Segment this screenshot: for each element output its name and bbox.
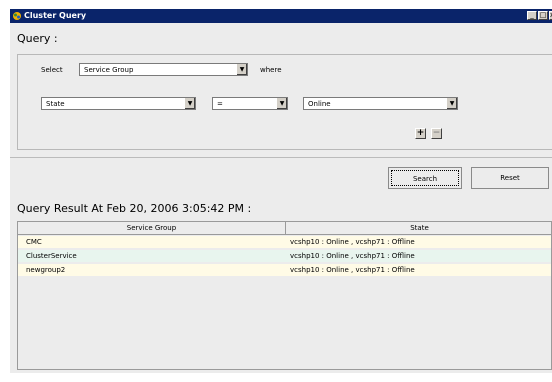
title-bar[interactable]: Cluster Query _ □ x	[10, 9, 552, 23]
table-row[interactable]: ClusterService vcshp10 : Online , vcshp7…	[18, 250, 551, 262]
chevron-down-icon[interactable]: ▼	[276, 98, 287, 109]
row-service-group: newgroup2	[26, 266, 66, 274]
remove-condition-button[interactable]: −	[431, 128, 442, 139]
reset-button[interactable]: Reset	[471, 167, 549, 189]
table-header: Service Group State	[18, 222, 551, 235]
row-state: vcshp10 : Online , vcshp71 : Offline	[290, 266, 415, 274]
result-heading: Query Result At Feb 20, 2006 3:05:42 PM …	[17, 202, 252, 215]
attribute-combo[interactable]: State ▼	[41, 97, 196, 110]
select-label: Select	[41, 66, 63, 74]
query-heading: Query :	[17, 32, 58, 45]
query-panel: Select Service Group ▼ where State ▼ = ▼…	[17, 54, 552, 150]
minimize-button[interactable]: _	[527, 11, 537, 20]
row-service-group: CMC	[26, 238, 42, 246]
table-row[interactable]: CMC vcshp10 : Online , vcshp71 : Offline	[18, 236, 551, 248]
chevron-down-icon[interactable]: ▼	[236, 64, 247, 75]
chevron-down-icon[interactable]: ▼	[446, 98, 457, 109]
chevron-down-icon[interactable]: ▼	[184, 98, 195, 109]
cluster-query-window: Cluster Query _ □ x Query : Select Servi…	[0, 0, 552, 382]
search-button-label: Search	[391, 170, 459, 186]
column-header-state[interactable]: State	[286, 222, 552, 234]
attribute-value: State	[46, 100, 65, 108]
value-combo[interactable]: Online ▼	[303, 97, 458, 110]
maximize-button[interactable]: □	[538, 11, 548, 20]
divider	[10, 157, 552, 158]
column-header-service-group[interactable]: Service Group	[18, 222, 286, 234]
cluster-icon	[13, 12, 21, 20]
table-row[interactable]: newgroup2 vcshp10 : Online , vcshp71 : O…	[18, 264, 551, 276]
select-combo[interactable]: Service Group ▼	[79, 63, 248, 76]
add-condition-button[interactable]: +	[415, 128, 426, 139]
condition-value: Online	[308, 100, 331, 108]
window-title: Cluster Query	[24, 11, 87, 20]
where-label: where	[260, 66, 282, 74]
search-button[interactable]: Search	[388, 167, 462, 189]
row-state: vcshp10 : Online , vcshp71 : Offline	[290, 252, 415, 260]
row-state: vcshp10 : Online , vcshp71 : Offline	[290, 238, 415, 246]
results-table: Service Group State CMC vcshp10 : Online…	[17, 221, 552, 370]
row-service-group: ClusterService	[26, 252, 77, 260]
operator-combo[interactable]: = ▼	[212, 97, 288, 110]
select-value: Service Group	[84, 66, 134, 74]
operator-value: =	[217, 100, 223, 108]
